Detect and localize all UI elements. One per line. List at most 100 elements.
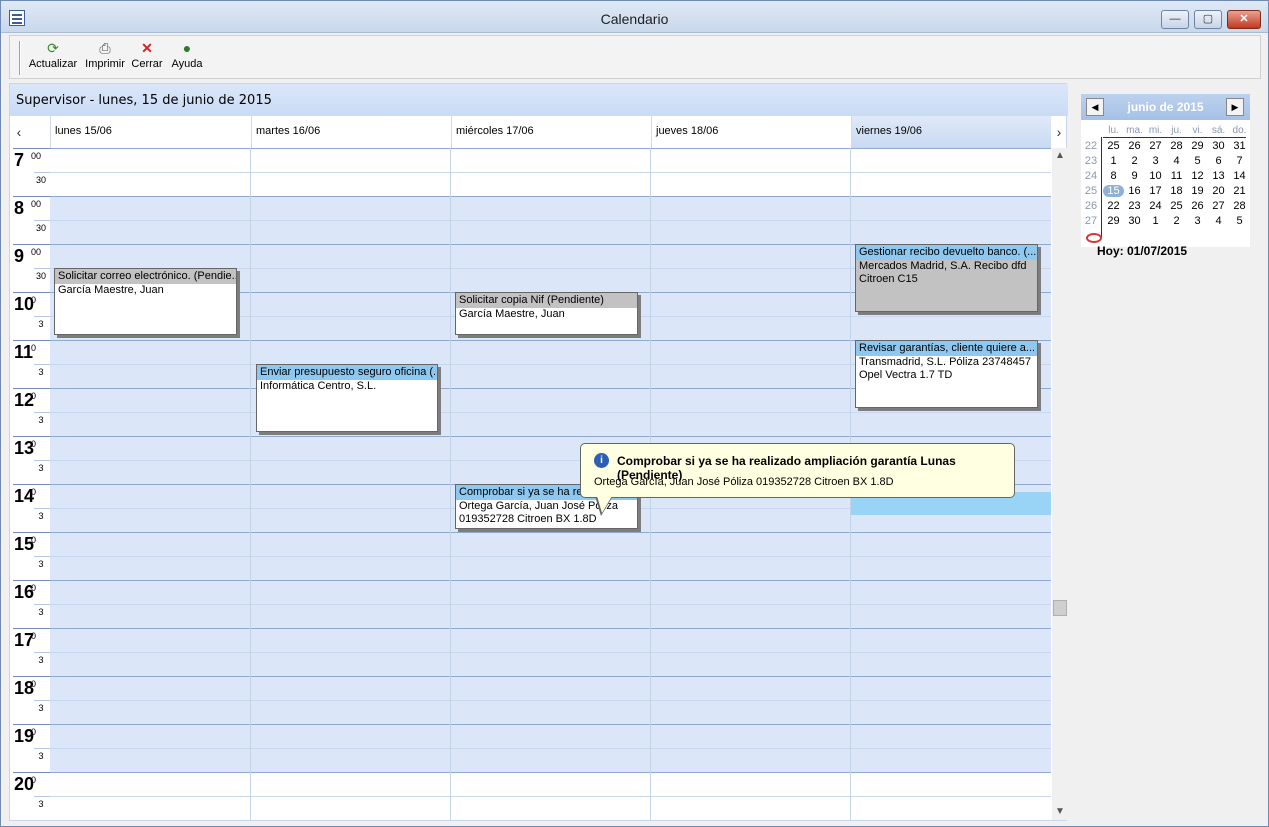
mini-day[interactable]: 12 [1187,170,1208,182]
maximize-button[interactable]: ▢ [1194,10,1222,29]
close-window-button[interactable]: ✕ [1227,10,1261,29]
mini-day[interactable]: 28 [1229,200,1250,212]
mini-day[interactable]: 16 [1124,185,1145,197]
time-slot[interactable] [50,676,1051,700]
hour-number: 8 [14,198,25,218]
appointment-enviar-presupuesto[interactable]: Enviar presupuesto seguro oficina (... I… [256,364,438,432]
mini-day[interactable]: 19 [1187,185,1208,197]
scroll-up-icon[interactable]: ▲ [1052,148,1068,164]
hour-label: 10 0 3 [10,292,50,340]
mini-day[interactable]: 5 [1187,155,1208,167]
mini-day[interactable]: 14 [1229,170,1250,182]
time-slot[interactable] [50,652,1051,676]
minimize-button[interactable]: — [1161,10,1189,29]
mini-day[interactable]: 18 [1166,185,1187,197]
mini-day[interactable]: 3 [1187,215,1208,227]
close-button[interactable]: ✕ Cerrar [131,40,163,70]
mini-weekday-label: do. [1232,125,1247,136]
mini-day[interactable]: 26 [1187,200,1208,212]
time-slot[interactable] [50,148,1051,172]
time-slot[interactable] [50,580,1051,604]
mini-day[interactable]: 29 [1187,140,1208,152]
mini-day[interactable]: 10 [1145,170,1166,182]
mini-day[interactable]: 27 [1208,200,1229,212]
print-button[interactable]: ⎙ Imprimir [85,40,125,70]
mini-day[interactable]: 20 [1208,185,1229,197]
mini-day[interactable]: 24 [1145,200,1166,212]
appointment-solicitar-nif[interactable]: Solicitar copia Nif (Pendiente) García M… [455,292,638,335]
refresh-button[interactable]: ⟳ Actualizar [28,40,78,70]
time-slot[interactable] [50,172,1051,196]
time-slot[interactable] [50,604,1051,628]
time-slot[interactable] [50,532,1051,556]
vertical-scrollbar[interactable]: ▲ ▼ [1052,148,1068,820]
time-slot[interactable] [50,628,1051,652]
mini-day[interactable]: 21 [1229,185,1250,197]
calendar-window: Calendario — ▢ ✕ ⟳ Actualizar ⎙ Imprimir… [0,0,1269,827]
mini-week-number: 25 [1084,185,1098,197]
day-header-thu[interactable]: jueves 18/06 [651,116,851,148]
day-header-tue[interactable]: martes 16/06 [251,116,451,148]
mini-day[interactable]: 27 [1145,140,1166,152]
today-circle-icon [1086,233,1102,243]
mini-day[interactable]: 6 [1208,155,1229,167]
hour-minutes: 00 [31,199,42,209]
scroll-down-icon[interactable]: ▼ [1052,804,1068,820]
mini-day[interactable]: 25 [1166,200,1187,212]
toolbar-separator [19,41,21,75]
mini-day[interactable]: 2 [1166,215,1187,227]
time-slot[interactable] [50,748,1051,772]
day-header-wed[interactable]: miércoles 17/06 [451,116,651,148]
prev-week-button[interactable]: ‹ [10,116,28,148]
mini-day[interactable]: 30 [1124,215,1145,227]
mini-day[interactable]: 29 [1103,215,1124,227]
next-week-button[interactable]: › [1050,116,1068,148]
half-hour-label: 30 [35,175,46,185]
time-slot[interactable] [50,556,1051,580]
time-slot[interactable] [50,724,1051,748]
title-bar[interactable]: Calendario — ▢ ✕ [1,1,1268,33]
mini-day[interactable]: 23 [1124,200,1145,212]
mini-day[interactable]: 25 [1103,140,1124,152]
mini-day[interactable]: 1 [1103,155,1124,167]
time-slot[interactable] [50,412,1051,436]
mini-day[interactable]: 15 [1103,185,1124,197]
mini-day[interactable]: 4 [1166,155,1187,167]
appointment-revisar-garantias[interactable]: Revisar garantías, cliente quiere a... T… [855,340,1038,408]
mini-day[interactable]: 7 [1229,155,1250,167]
mini-day[interactable]: 1 [1145,215,1166,227]
mini-day[interactable]: 5 [1229,215,1250,227]
mini-day[interactable]: 26 [1124,140,1145,152]
time-slot[interactable] [50,196,1051,220]
hour-minutes: 00 [31,247,42,257]
mini-calendar-title: junio de 2015 [1127,100,1204,114]
mini-day[interactable]: 9 [1124,170,1145,182]
time-slot[interactable] [50,796,1051,820]
scroll-thumb[interactable] [1053,600,1067,616]
help-button[interactable]: ● Ayuda [170,40,204,70]
mini-day[interactable]: 13 [1208,170,1229,182]
appointment-gestionar-recibo[interactable]: Gestionar recibo devuelto banco. (... Me… [855,244,1038,312]
mini-day[interactable]: 28 [1166,140,1187,152]
mini-prev-month-button[interactable]: ◀ [1086,98,1104,116]
mini-calendar-divider [1103,137,1246,138]
mini-day[interactable]: 2 [1124,155,1145,167]
mini-day[interactable]: 11 [1166,170,1187,182]
hour-label: 19 0 3 [10,724,50,772]
appointment-solicitar-correo[interactable]: Solicitar correo electrónico. (Pendie...… [54,268,237,335]
mini-day[interactable]: 31 [1229,140,1250,152]
mini-day[interactable]: 4 [1208,215,1229,227]
printer-icon: ⎙ [99,40,111,56]
mini-day[interactable]: 22 [1103,200,1124,212]
mini-day[interactable]: 8 [1103,170,1124,182]
day-header-fri[interactable]: viernes 19/06 [851,116,1051,148]
today-link[interactable]: Hoy: 01/07/2015 [1097,244,1187,258]
mini-next-month-button[interactable]: ▶ [1226,98,1244,116]
time-slot[interactable] [50,700,1051,724]
time-slot[interactable] [50,220,1051,244]
time-slot[interactable] [50,772,1051,796]
mini-day[interactable]: 17 [1145,185,1166,197]
mini-day[interactable]: 3 [1145,155,1166,167]
day-header-mon[interactable]: lunes 15/06 [50,116,251,148]
mini-day[interactable]: 30 [1208,140,1229,152]
